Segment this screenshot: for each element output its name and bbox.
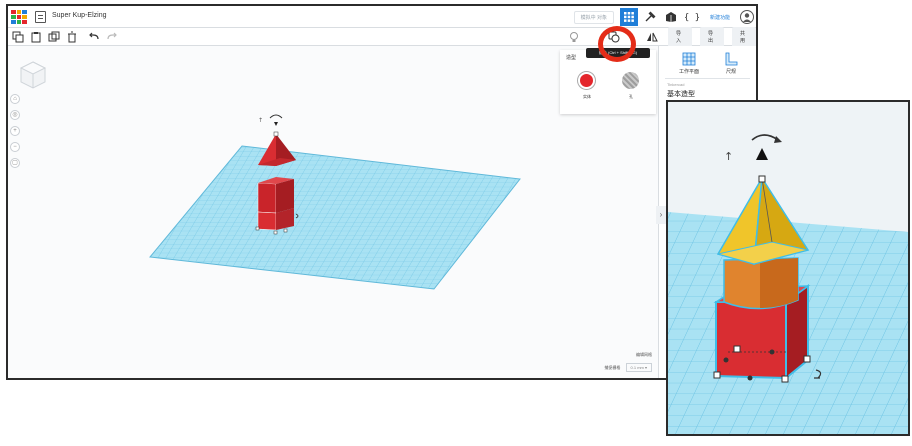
zoomed-model-view: ↑ xyxy=(668,134,908,434)
ruler-tool[interactable]: 尺规 xyxy=(711,52,751,75)
undo-icon[interactable] xyxy=(88,31,100,43)
view-cube[interactable] xyxy=(18,60,48,90)
zoomed-tower[interactable] xyxy=(713,175,811,383)
snap-grid-row: 捕捉栅格 0.1 mm ▾ xyxy=(604,363,652,372)
design-list-icon[interactable] xyxy=(35,11,46,23)
workplane-tool[interactable]: 工作平面 xyxy=(669,52,709,75)
edit-grid-link[interactable]: 编辑网格 xyxy=(604,352,652,358)
zoomed-inset: ↑ xyxy=(666,100,910,436)
workplane-label: 工作平面 xyxy=(678,69,699,75)
snap-grid-label: 捕捉栅格 xyxy=(604,365,621,370)
import-button[interactable]: 导入 xyxy=(668,27,692,47)
design-title[interactable]: Super Kup-Elzing xyxy=(52,12,106,19)
user-icon[interactable] xyxy=(740,10,754,24)
view-controls: ⌂ ◎ + − ▢ xyxy=(10,94,22,174)
svg-text:{ }: { } xyxy=(685,13,699,23)
perspective-icon[interactable]: ▢ xyxy=(10,158,20,168)
home-view-icon[interactable]: ⌂ xyxy=(10,94,20,104)
zoom-in-icon[interactable]: + xyxy=(10,126,20,136)
ruler-icon xyxy=(725,52,738,66)
grid-view-icon[interactable] xyxy=(619,8,638,26)
hammer-icon[interactable] xyxy=(641,8,659,26)
zoomed-height-handle-icon[interactable]: ↑ xyxy=(724,150,733,163)
svg-text:↑: ↑ xyxy=(724,150,733,163)
code-blocks-icon[interactable]: { } xyxy=(683,8,701,26)
import-export-share: 导入 导出 共用 xyxy=(660,27,756,47)
solid-swatch[interactable] xyxy=(578,72,595,89)
collapse-panel-button[interactable]: › xyxy=(656,206,666,224)
workplane-grid[interactable] xyxy=(149,145,521,290)
grid-settings: 编辑网格 捕捉栅格 0.1 mm ▾ xyxy=(604,352,652,372)
hole-label: 孔 xyxy=(629,94,633,99)
tower-model[interactable] xyxy=(255,131,296,235)
workplane-icon xyxy=(682,52,696,66)
edit-toolbar: 导入 导出 共用 xyxy=(8,27,756,47)
paste-icon[interactable] xyxy=(30,31,42,43)
mirror-icon[interactable] xyxy=(646,31,658,43)
group-button-highlight xyxy=(598,26,636,62)
new-feature-button[interactable]: 新建功能 xyxy=(710,14,730,21)
rotate-handle-icon[interactable] xyxy=(269,114,283,126)
copy-icon[interactable] xyxy=(12,31,24,43)
top-right-controls: 模拟中 对象 { } 新建功能 xyxy=(573,6,756,28)
snap-grid-select[interactable]: 0.1 mm ▾ xyxy=(625,363,652,372)
box-icon[interactable] xyxy=(662,8,680,26)
shape-library-select[interactable]: 基本造型 xyxy=(667,89,695,99)
zoom-out-icon[interactable]: − xyxy=(10,142,20,152)
height-handle-icon[interactable]: ↑ xyxy=(258,117,263,124)
tinkercad-logo[interactable] xyxy=(11,10,27,24)
title-bar: Super Kup-Elzing 模拟中 对象 { } 新建功能 xyxy=(8,6,756,28)
share-button[interactable]: 共用 xyxy=(732,27,756,47)
ruler-label: 尺规 xyxy=(725,69,736,75)
light-bulb-icon[interactable] xyxy=(568,31,580,43)
hole-swatch[interactable] xyxy=(622,72,639,89)
inspector-title: 造型 xyxy=(566,55,577,61)
library-source: Tinkercad xyxy=(667,82,685,87)
panel-divider xyxy=(665,78,750,79)
main-screenshot: Super Kup-Elzing 模拟中 对象 { } 新建功能 xyxy=(6,4,758,380)
redo-icon[interactable] xyxy=(106,31,118,43)
duplicate-icon[interactable] xyxy=(48,31,60,43)
export-button[interactable]: 导出 xyxy=(700,27,724,47)
fit-view-icon[interactable]: ◎ xyxy=(10,110,20,120)
zoomed-rotate-handle-icon[interactable] xyxy=(751,134,782,160)
mode-indicator[interactable]: 模拟中 对象 xyxy=(573,10,614,24)
solid-label: 实体 xyxy=(583,94,591,99)
delete-icon[interactable] xyxy=(66,31,78,43)
